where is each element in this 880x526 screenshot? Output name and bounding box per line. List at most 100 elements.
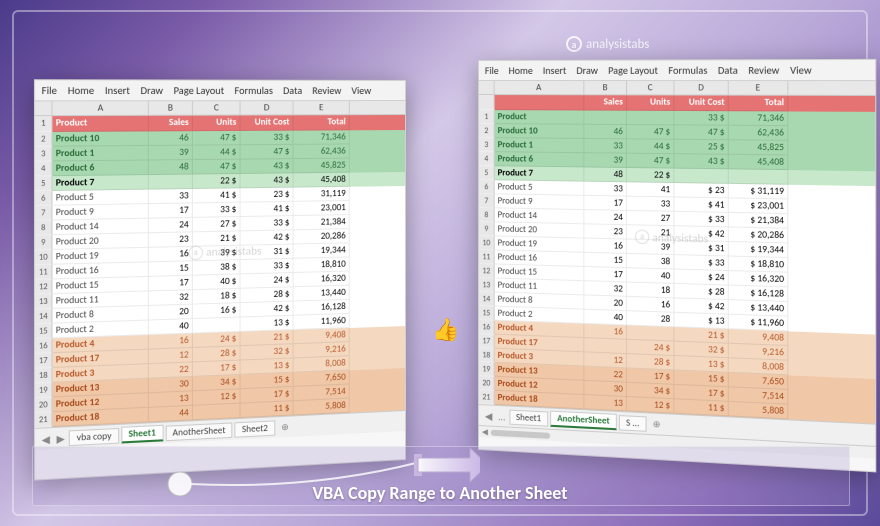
ribbon-tab[interactable]: Formulas xyxy=(668,63,707,76)
cell[interactable]: 15 xyxy=(584,253,627,268)
cell[interactable]: 31,119 xyxy=(294,187,350,202)
cell[interactable]: 5,808 xyxy=(294,399,350,416)
cell[interactable]: 23 xyxy=(149,232,193,247)
ribbon-tab[interactable]: Insert xyxy=(543,64,567,77)
col-header[interactable]: B xyxy=(584,81,627,94)
cell[interactable]: 24 xyxy=(584,210,627,225)
row-number[interactable]: 16 xyxy=(479,320,495,335)
sheet-tab[interactable]: AnotherSheet xyxy=(550,411,617,431)
cell[interactable]: 13 xyxy=(584,395,627,411)
cell[interactable]: $ 31,119 xyxy=(729,184,789,200)
grid-body-left[interactable]: aanalysistabs 2Product 104647 $33 $71,34… xyxy=(35,130,405,428)
row-number[interactable]: 10 xyxy=(479,236,495,250)
cell[interactable]: 45,825 xyxy=(729,140,789,155)
cell[interactable]: 38 xyxy=(627,254,674,270)
row-number[interactable]: 14 xyxy=(479,292,495,307)
cell[interactable]: $ 20,286 xyxy=(729,227,789,243)
cell[interactable]: 47 $ xyxy=(193,160,241,175)
cell[interactable]: 71,346 xyxy=(729,111,789,126)
row-number[interactable]: 3 xyxy=(479,138,495,152)
cell[interactable]: 38 $ xyxy=(193,260,241,276)
row-number[interactable]: 6 xyxy=(479,180,495,194)
row-number[interactable]: 11 xyxy=(35,265,52,280)
cell[interactable]: 45,825 xyxy=(294,159,350,174)
cell[interactable]: 20 xyxy=(584,295,627,311)
cell[interactable]: Product 1 xyxy=(52,146,148,161)
cell[interactable]: 46 xyxy=(149,131,193,146)
cell[interactable]: 47 $ xyxy=(241,145,294,160)
cell[interactable]: 33 $ xyxy=(193,203,241,218)
cell[interactable]: Product 10 xyxy=(495,124,585,139)
row-number[interactable]: 2 xyxy=(479,124,495,138)
row-number[interactable]: 21 xyxy=(35,412,52,428)
cell[interactable]: 16 xyxy=(584,239,627,254)
row-number[interactable]: 10 xyxy=(35,250,52,265)
cell[interactable]: 17 xyxy=(149,203,193,218)
cell[interactable]: 47 $ xyxy=(674,125,728,140)
cell[interactable]: 47 $ xyxy=(193,131,241,146)
cell[interactable]: 21,384 xyxy=(294,215,350,230)
cell[interactable]: 39 xyxy=(627,240,674,256)
cell[interactable]: 33 xyxy=(584,182,627,197)
row-number[interactable]: 1 xyxy=(35,116,52,132)
cell[interactable]: 27 $ xyxy=(193,217,241,232)
cell[interactable]: 40 $ xyxy=(193,274,241,290)
cell[interactable]: 20 xyxy=(149,305,193,321)
row-number[interactable]: 9 xyxy=(479,222,495,236)
cell[interactable]: $ 18,810 xyxy=(729,257,789,273)
row-number[interactable]: 4 xyxy=(479,152,495,166)
cell[interactable]: $ 23,001 xyxy=(729,198,789,214)
cell[interactable]: 43 $ xyxy=(674,154,728,169)
cell[interactable]: 23 $ xyxy=(241,188,294,203)
row-number[interactable]: 17 xyxy=(35,353,52,368)
cell[interactable]: $ 24 xyxy=(674,270,728,286)
cell[interactable]: 17 xyxy=(584,196,627,211)
ribbon-tab[interactable]: Review xyxy=(748,63,779,77)
row-number[interactable]: 12 xyxy=(479,264,495,278)
cell[interactable]: Product xyxy=(495,110,585,125)
cell[interactable]: 48 xyxy=(584,167,627,182)
cell[interactable]: 11 $ xyxy=(241,401,294,418)
cell[interactable]: 5,808 xyxy=(729,402,789,419)
tab-nav-prev-icon[interactable]: ◀ xyxy=(39,432,52,446)
ribbon-tab[interactable]: Draw xyxy=(576,64,598,77)
cell[interactable]: 43 $ xyxy=(241,159,294,174)
cell[interactable]: $ 21,384 xyxy=(729,213,789,229)
cell[interactable]: 16 xyxy=(627,297,674,313)
col-header[interactable]: D xyxy=(241,101,294,114)
ribbon-tab[interactable]: View xyxy=(790,63,812,77)
tab-nav-next-icon[interactable]: ▶ xyxy=(54,431,67,445)
cell[interactable]: 25 $ xyxy=(674,140,728,155)
sheet-tab[interactable]: S ... xyxy=(619,415,647,432)
row-number[interactable]: 8 xyxy=(479,208,495,222)
row-number[interactable]: 11 xyxy=(479,250,495,264)
row-number[interactable]: 15 xyxy=(479,306,495,321)
add-sheet-icon[interactable]: ⊕ xyxy=(277,421,293,433)
cell[interactable]: 33 xyxy=(149,189,193,204)
cell[interactable]: 62,436 xyxy=(294,144,350,159)
ribbon-tab[interactable]: Page Layout xyxy=(174,84,225,97)
cell[interactable]: 46 xyxy=(584,125,627,140)
cell[interactable]: 33 xyxy=(584,139,627,154)
cell[interactable]: 33 $ xyxy=(241,131,294,146)
row-number[interactable]: 19 xyxy=(35,383,52,399)
row-number[interactable]: 7 xyxy=(479,194,495,208)
row-number[interactable]: 2 xyxy=(35,132,52,147)
row-number[interactable]: 3 xyxy=(35,147,52,162)
col-header[interactable]: B xyxy=(149,101,193,115)
row-number[interactable]: 5 xyxy=(479,166,495,180)
row-number[interactable]: 18 xyxy=(35,368,52,383)
cell[interactable]: Product 5 xyxy=(495,180,585,196)
cell[interactable]: 44 xyxy=(149,406,193,423)
ribbon-tab[interactable]: Data xyxy=(283,84,302,97)
cell[interactable]: 24 $ xyxy=(241,273,294,289)
cell[interactable]: 20,286 xyxy=(294,229,350,244)
cell[interactable]: 41 $ xyxy=(193,188,241,203)
cell[interactable]: 33 $ xyxy=(241,259,294,275)
cell[interactable]: Product 6 xyxy=(52,161,148,177)
ribbon-tab[interactable]: Draw xyxy=(141,84,163,98)
add-sheet-icon[interactable]: ⊕ xyxy=(649,418,665,430)
row-number[interactable]: 19 xyxy=(479,362,495,377)
ribbon-tab[interactable]: Page Layout xyxy=(608,64,658,77)
cell[interactable]: 23,001 xyxy=(294,201,350,216)
